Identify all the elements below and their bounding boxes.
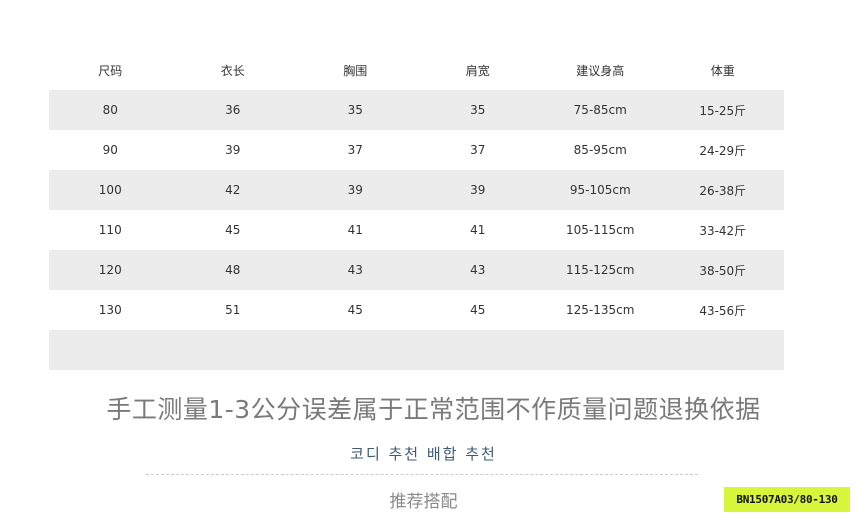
table-cell: 15-25斤 — [661, 90, 784, 130]
header-length: 衣长 — [220, 63, 245, 78]
table-empty-cell — [49, 330, 784, 370]
table-cell: 75-85cm — [539, 90, 662, 130]
header-weight: 体重 — [710, 63, 735, 78]
table-cell: 130 — [49, 290, 172, 330]
table-cell: 48 — [171, 250, 294, 290]
table-row: 110 45 41 41 105-115cm 33-42斤 — [49, 210, 784, 250]
coordinate-recommend-heading: 코디 추천 배합 추천 — [350, 445, 497, 463]
table-cell: 24-29斤 — [661, 130, 784, 170]
table-row: 130 51 45 45 125-135cm 43-56斤 — [49, 290, 784, 330]
table-cell: 125-135cm — [539, 290, 662, 330]
table-cell: 39 — [416, 170, 539, 210]
table-cell: 41 — [294, 210, 417, 250]
table-cell: 100 — [49, 170, 172, 210]
table-cell: 90 — [49, 130, 172, 170]
table-cell: 43 — [294, 250, 417, 290]
recommend-outfit-label: 推荐搭配 — [389, 492, 458, 512]
size-chart-page: 尺码 衣长 胸围 肩宽 建议身高 体重 80 36 35 35 75-85cm … — [0, 0, 867, 528]
table-row: 90 39 37 37 85-95cm 24-29斤 — [49, 130, 784, 170]
product-code-badge: BN1507A03/80-130 — [724, 487, 850, 512]
measurement-disclaimer: 手工测量1-3公分误差属于正常范围不作质量问题退换依据 — [106, 395, 761, 424]
table-cell: 42 — [171, 170, 294, 210]
table-cell: 36 — [171, 90, 294, 130]
table-row: 100 42 39 39 95-105cm 26-38斤 — [49, 170, 784, 210]
table-cell: 51 — [171, 290, 294, 330]
header-height: 建议身高 — [576, 63, 625, 78]
table-cell: 38-50斤 — [661, 250, 784, 290]
table-row: 120 48 43 43 115-125cm 38-50斤 — [49, 250, 784, 290]
table-cell: 43 — [416, 250, 539, 290]
table-cell: 39 — [171, 130, 294, 170]
table-cell: 33-42斤 — [661, 210, 784, 250]
table-cell: 37 — [416, 130, 539, 170]
table-cell: 45 — [294, 290, 417, 330]
table-header-row: 尺码 衣长 胸围 肩宽 建议身高 体重 — [49, 50, 784, 90]
table-cell: 95-105cm — [539, 170, 662, 210]
table-cell: 115-125cm — [539, 250, 662, 290]
header-shoulder: 肩宽 — [465, 63, 490, 78]
header-chest: 胸围 — [343, 63, 368, 78]
size-table: 尺码 衣长 胸围 肩宽 建议身高 体重 80 36 35 35 75-85cm … — [49, 50, 784, 370]
table-cell: 26-38斤 — [661, 170, 784, 210]
table-cell: 35 — [294, 90, 417, 130]
table-cell: 80 — [49, 90, 172, 130]
table-empty-row — [49, 330, 784, 370]
table-cell: 105-115cm — [539, 210, 662, 250]
table-cell: 39 — [294, 170, 417, 210]
table-cell: 45 — [171, 210, 294, 250]
table-cell: 43-56斤 — [661, 290, 784, 330]
table-cell: 85-95cm — [539, 130, 662, 170]
dashed-divider — [146, 474, 698, 475]
table-cell: 37 — [294, 130, 417, 170]
table-cell: 45 — [416, 290, 539, 330]
table-cell: 35 — [416, 90, 539, 130]
header-size: 尺码 — [98, 63, 123, 78]
table-row: 80 36 35 35 75-85cm 15-25斤 — [49, 90, 784, 130]
table-cell: 41 — [416, 210, 539, 250]
table-cell: 120 — [49, 250, 172, 290]
table-cell: 110 — [49, 210, 172, 250]
